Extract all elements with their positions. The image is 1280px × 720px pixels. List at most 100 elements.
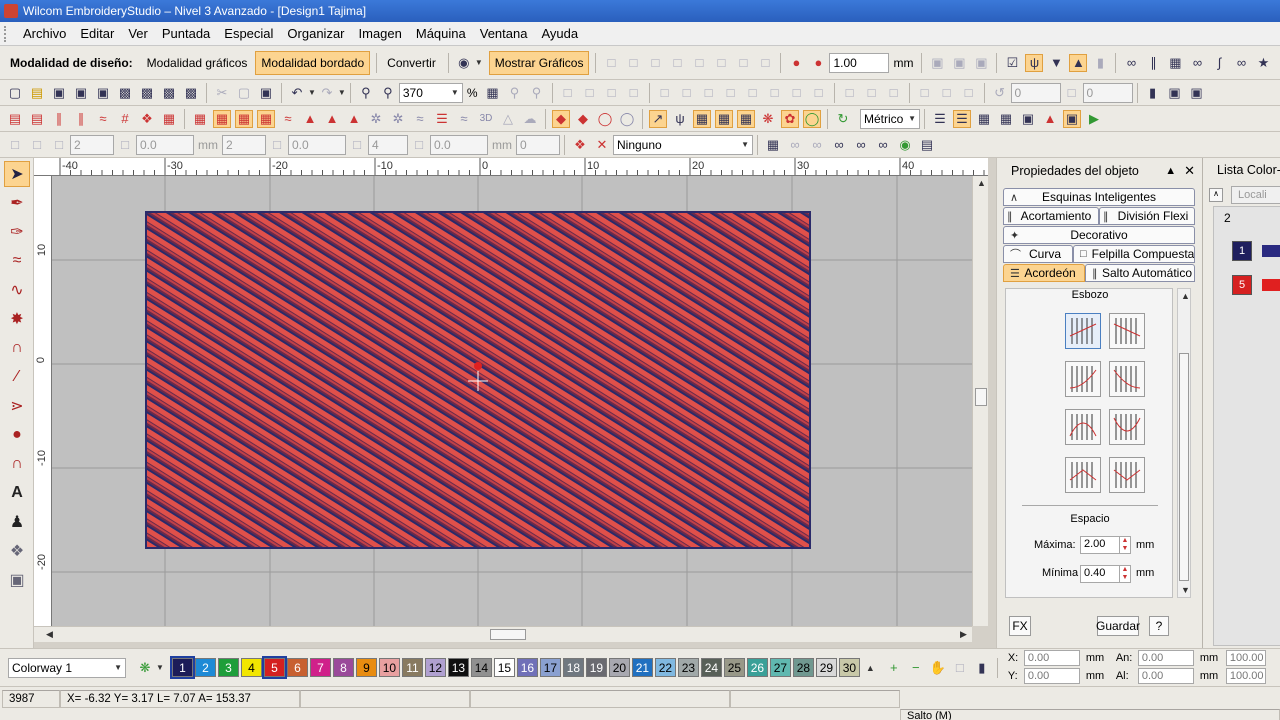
spacing-icon[interactable]: □ [116, 136, 134, 154]
width-field[interactable]: 0.00 [1137, 649, 1194, 666]
palette-swatch-11[interactable]: 11 [401, 658, 423, 677]
toolbar-grip[interactable] [4, 25, 8, 42]
rotate-left-icon[interactable]: ↺ [991, 84, 1009, 102]
align-left-icon[interactable]: □ [656, 84, 674, 102]
array-icon[interactable]: □ [960, 84, 978, 102]
cloud-icon[interactable]: ☁ [521, 110, 539, 128]
collapse-icon[interactable]: ∧ [1209, 188, 1223, 202]
table-icon[interactable]: ▦ [715, 109, 733, 128]
fill-type-icon[interactable]: ▦ [191, 110, 209, 128]
columns-icon[interactable]: ▦ [997, 110, 1015, 128]
properties-scrollbar[interactable]: ▲ ▼ [1177, 288, 1191, 598]
pattern-fill-icon[interactable]: ▦ [160, 110, 178, 128]
tab-decorativo[interactable]: ✦ Decorativo [1003, 226, 1195, 244]
trapunto-icon[interactable]: ≈ [455, 110, 473, 128]
thread-icon[interactable]: ❖ [571, 136, 589, 154]
show-graphics-button[interactable]: Mostrar Gráficos [488, 50, 590, 75]
library-icon[interactable]: ▣ [1166, 84, 1184, 102]
graphics-mode-button[interactable]: Modalidad gráficos [141, 51, 254, 75]
vertical-scroll-thumb[interactable] [975, 388, 987, 406]
row-gap-field[interactable]: 0.0 [430, 134, 488, 155]
menu-imagen[interactable]: Imagen [352, 26, 409, 41]
color-wheel-icon[interactable]: ❋ [759, 110, 777, 128]
ungroup-icon[interactable]: □ [603, 84, 621, 102]
menu-ventana[interactable]: Ventana [473, 26, 535, 41]
node-icon[interactable]: ⋗ [4, 393, 30, 419]
palette-swatch-12[interactable]: 12 [424, 658, 446, 677]
monogram-icon[interactable]: ▤ [28, 110, 46, 128]
export-icon[interactable]: ▣ [94, 84, 112, 102]
zoom-in-icon[interactable]: ⚲ [506, 84, 524, 102]
menu-archivo[interactable]: Archivo [16, 26, 73, 41]
zoom-box-icon[interactable]: ⚲ [379, 84, 397, 102]
flip-icon[interactable]: □ [916, 84, 934, 102]
copy-icon[interactable]: ▢ [235, 84, 253, 102]
lock-active-icon[interactable]: ▣ [1063, 109, 1081, 128]
mirror-h-icon[interactable]: □ [841, 84, 859, 102]
align-bottom-icon[interactable]: □ [766, 84, 784, 102]
units-dropdown[interactable]: Métrico ▼ [860, 108, 920, 129]
palette-swatch-22[interactable]: 22 [654, 658, 676, 677]
outline-pattern-2[interactable] [1109, 313, 1145, 349]
menu-editar[interactable]: Editar [73, 26, 121, 41]
palette-swatch-18[interactable]: 18 [562, 658, 584, 677]
radial-icon[interactable]: ▲ [301, 110, 319, 128]
horizontal-scroll-thumb[interactable] [490, 629, 526, 640]
line-icon[interactable]: ∕ [4, 364, 30, 390]
undo-icon[interactable]: ↶ [288, 84, 306, 102]
wave-fill-icon[interactable]: ≈ [411, 110, 429, 128]
palette-swatch-25[interactable]: 25 [723, 658, 745, 677]
back-minus-front-icon[interactable]: □ [756, 54, 774, 72]
palette-swatch-5[interactable]: 5 [261, 656, 287, 679]
tab-acordeon[interactable]: ☰ Acordeón [1003, 264, 1085, 282]
row-gap-icon[interactable]: □ [410, 136, 428, 154]
outline-pattern-4[interactable] [1109, 361, 1145, 397]
machine-icon[interactable]: ▩ [182, 84, 200, 102]
sequin-icon[interactable]: ◯ [596, 110, 614, 128]
align-icon[interactable]: ▣ [928, 54, 946, 72]
lettering-icon[interactable]: ▤ [6, 110, 24, 128]
frame-icon[interactable]: ▦ [737, 109, 755, 128]
height-percent-field[interactable]: 100.00 [1225, 667, 1266, 684]
chain-link-icon[interactable]: ∞ [830, 136, 848, 154]
flower-icon[interactable]: ✿ [781, 109, 799, 128]
spacing-field[interactable]: 0.0 [136, 134, 194, 155]
slant-field[interactable]: 0 [1082, 82, 1133, 103]
step-fill-icon[interactable]: ▦ [257, 109, 275, 128]
trim-icon[interactable]: □ [624, 54, 642, 72]
run-stitch-icon[interactable]: ∿ [4, 277, 30, 303]
ellipse-icon[interactable]: ● [4, 422, 30, 448]
stitch-link2-icon[interactable]: ∞ [808, 136, 826, 154]
save-as-icon[interactable]: ▣ [72, 84, 90, 102]
outline-pattern-6[interactable] [1109, 409, 1145, 445]
cross-fill-icon[interactable]: ▲ [345, 110, 363, 128]
tab-acortamiento[interactable]: ∥ Acortamiento [1003, 207, 1099, 225]
diamond-icon[interactable]: ❖ [4, 538, 30, 564]
hoop-icon[interactable]: ▲ [1041, 110, 1059, 128]
count-field[interactable]: 2 [70, 134, 114, 155]
exclude-icon[interactable]: □ [668, 54, 686, 72]
palette-swatch-8[interactable]: 8 [332, 658, 354, 677]
offset-icon[interactable]: □ [6, 136, 24, 154]
select-icon[interactable]: □ [559, 84, 577, 102]
palette-swatch-21[interactable]: 21 [631, 658, 653, 677]
close-icon[interactable]: ✕ [1184, 163, 1195, 179]
emboss-icon[interactable]: △ [499, 110, 517, 128]
palette-swatch-4[interactable]: 4 [240, 658, 262, 677]
menu-ver[interactable]: Ver [121, 26, 155, 41]
hash-icon[interactable]: # [116, 110, 134, 128]
print-icon[interactable]: ▩ [116, 84, 134, 102]
target-icon[interactable]: ◉ [896, 136, 914, 154]
design-canvas[interactable] [52, 176, 972, 626]
grid-align-icon[interactable]: ▣ [950, 54, 968, 72]
color-blend-icon[interactable]: ● [787, 54, 805, 72]
remove-color-icon[interactable]: − [907, 659, 925, 677]
list-icon[interactable]: ☰ [931, 110, 949, 128]
menu-organizar[interactable]: Organizar [280, 26, 351, 41]
chevron-down-icon[interactable]: ▼ [156, 663, 164, 672]
palette-swatch-13[interactable]: 13 [447, 658, 469, 677]
satin-fill-icon[interactable]: ▦ [235, 109, 253, 128]
grid-view-icon[interactable]: ▦ [975, 110, 993, 128]
max-spinner[interactable]: ▲ ▼ [1119, 536, 1131, 554]
gap-icon[interactable]: □ [268, 136, 286, 154]
